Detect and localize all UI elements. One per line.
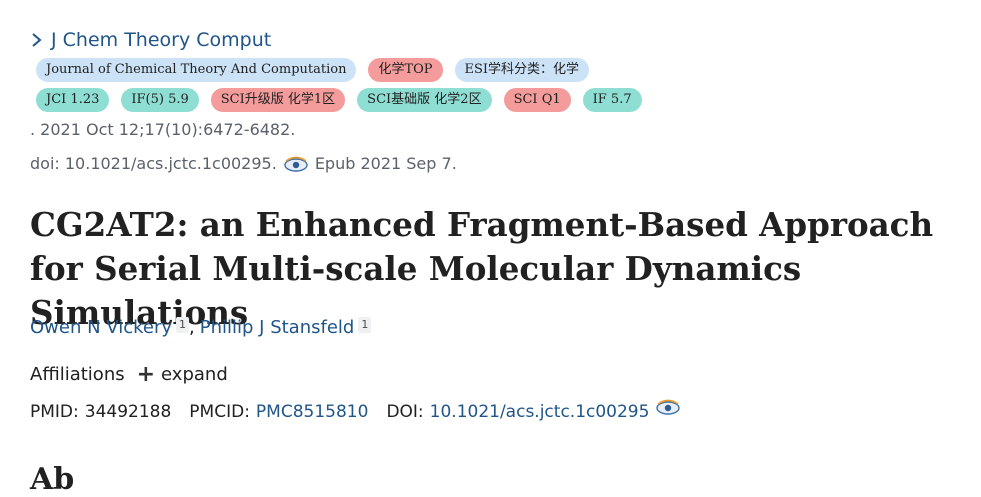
journal-tags-row-2: JCI 1.23 IF(5) 5.9 SCI升级版 化学1区 SCI基础版 化学… [36,88,642,112]
citation-epub: Epub 2021 Sep 7. [314,154,457,173]
journal-link-text[interactable]: J Chem Theory Comput [51,29,271,51]
abstract-heading: Ab [30,462,75,497]
pmid-label: PMID: [30,402,79,422]
tag-jci: JCI 1.23 [36,88,110,112]
citation-doi: doi: 10.1021/acs.jctc.1c00295. [30,154,277,173]
affiliations-toggle[interactable]: Affiliations + expand [30,361,228,387]
article-title: CG2AT2: an Enhanced Fragment-Based Appro… [30,205,934,332]
authors-list: Owen N Vickery 1 , Phillip J Stansfeld 1 [30,317,372,338]
pmcid-link[interactable]: PMC8515810 [256,402,369,422]
author-separator: , [189,317,195,338]
doi-label: DOI: [386,402,424,422]
tag-sci-upgraded: SCI升级版 化学1区 [210,88,346,112]
citation-doi-line: doi: 10.1021/acs.jctc.1c00295. Epub 2021… [30,154,457,173]
tag-if: IF 5.7 [582,88,642,112]
tag-if5: IF(5) 5.9 [121,88,199,112]
eye-icon[interactable] [283,155,309,173]
tag-chem-top: 化学TOP [368,58,443,82]
author-affiliation-marker[interactable]: 1 [176,317,190,333]
pmid-value: 34492188 [84,402,172,422]
eye-icon[interactable] [655,398,681,416]
tag-journal-name: Journal of Chemical Theory And Computati… [36,58,357,82]
author-link[interactable]: Phillip J Stansfeld [200,317,355,338]
citation-date: . 2021 Oct 12;17(10):6472-6482. [30,120,296,139]
plus-icon: + [136,361,156,387]
chevron-right-icon [32,33,42,47]
author-affiliation-marker[interactable]: 1 [358,317,372,333]
tag-sci-basic: SCI基础版 化学2区 [357,88,492,112]
doi-link[interactable]: 10.1021/acs.jctc.1c00295 [430,402,650,422]
author-link[interactable]: Owen N Vickery [30,317,172,338]
journal-link[interactable]: J Chem Theory Comput [30,29,271,51]
article-identifiers: PMID: 34492188 PMCID: PMC8515810 DOI: 10… [30,399,687,422]
tag-esi-category: ESI学科分类：化学 [454,58,590,82]
tag-sci-q1: SCI Q1 [503,88,571,112]
journal-tags-row-1: Journal of Chemical Theory And Computati… [36,58,590,82]
affiliations-label: Affiliations [30,364,125,385]
pmcid-label: PMCID: [189,402,250,422]
expand-link[interactable]: expand [161,364,228,385]
